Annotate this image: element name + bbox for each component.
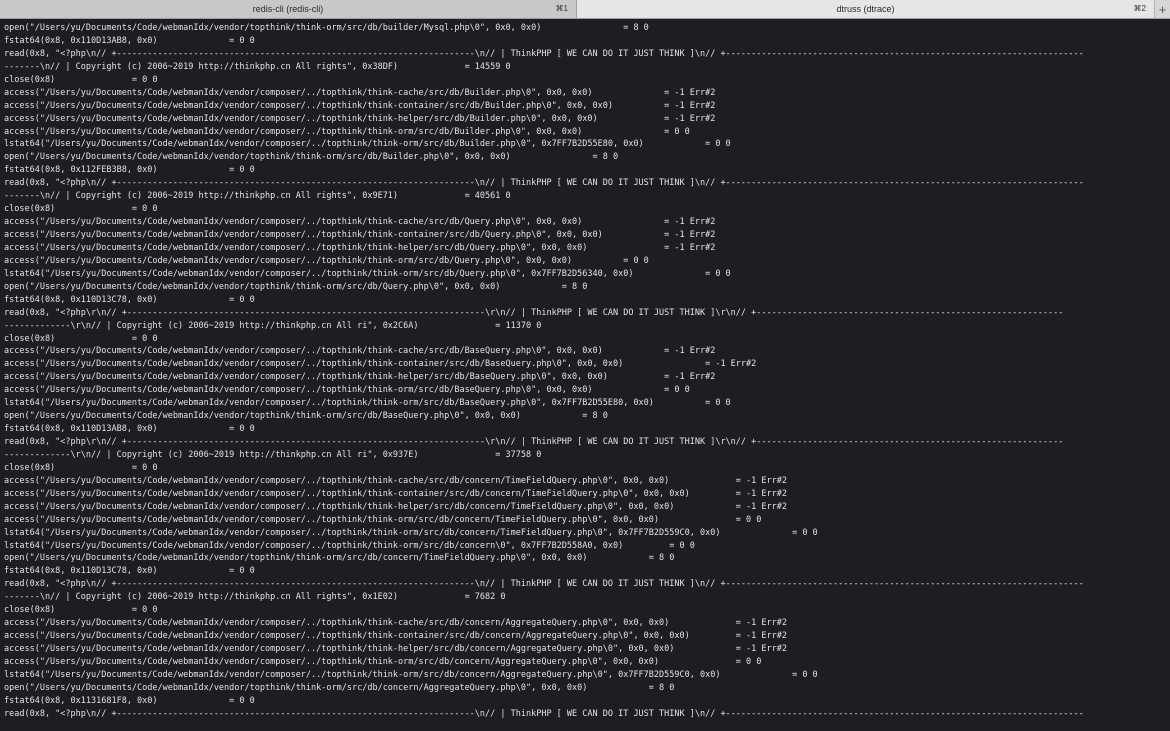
terminal-line: read(0x8, "<?php\n// +------------------… [4,178,1084,189]
terminal-line: access("/Users/yu/Documents/Code/webmanI… [4,631,787,642]
terminal-line: access("/Users/yu/Documents/Code/webmanI… [4,385,690,396]
terminal-line: close(0x8) = 0 0 [4,333,158,344]
terminal-line: access("/Users/yu/Documents/Code/webmanI… [4,618,787,629]
terminal-line: access("/Users/yu/Documents/Code/webmanI… [4,501,787,512]
terminal-line: open("/Users/yu/Documents/Code/webmanIdx… [4,23,649,33]
terminal-line: access("/Users/yu/Documents/Code/webmanI… [4,346,716,357]
tab-bar: redis-cli (redis-cli) ⌘1 dtruss (dtrace)… [0,0,1170,19]
tab-dtruss[interactable]: dtruss (dtrace) ⌘2 [577,0,1155,18]
terminal-line: lstat64("/Users/yu/Documents/Code/webman… [4,268,731,279]
terminal-line: fstat64(0x8, 0x110D13C78, 0x0) = 0 0 [4,294,255,305]
terminal-line: access("/Users/yu/Documents/Code/webmanI… [4,644,787,654]
terminal-line: -------\n// | Copyright (c) 2006~2019 ht… [4,191,511,202]
terminal-line: lstat64("/Users/yu/Documents/Code/webman… [4,669,818,680]
terminal-line: close(0x8) = 0 0 [4,204,158,215]
terminal-line: close(0x8) = 0 0 [4,462,158,473]
terminal-line: access("/Users/yu/Documents/Code/webmanI… [4,217,716,228]
terminal-line: access("/Users/yu/Documents/Code/webmanI… [4,242,716,253]
terminal-line: read(0x8, "<?php\n// +------------------… [4,708,1084,719]
terminal-line: open("/Users/yu/Documents/Code/webmanIdx… [4,411,608,422]
terminal-line: -------\n// | Copyright (c) 2006~2019 ht… [4,592,506,603]
tab-shortcut: ⌘1 [555,4,568,13]
terminal-line: fstat64(0x8, 0x112FEB3B8, 0x0) = 0 0 [4,165,255,176]
terminal-line: fstat64(0x8, 0x110D13C78, 0x0) = 0 0 [4,566,255,577]
terminal-line: access("/Users/yu/Documents/Code/webmanI… [4,372,716,383]
terminal-line: open("/Users/yu/Documents/Code/webmanIdx… [4,553,675,564]
terminal-line: access("/Users/yu/Documents/Code/webmanI… [4,359,757,370]
terminal-line: access("/Users/yu/Documents/Code/webmanI… [4,126,690,137]
terminal-line: access("/Users/yu/Documents/Code/webmanI… [4,488,787,499]
terminal-line: open("/Users/yu/Documents/Code/webmanIdx… [4,152,619,163]
terminal-line: access("/Users/yu/Documents/Code/webmanI… [4,475,787,486]
terminal-line: lstat64("/Users/yu/Documents/Code/webman… [4,139,731,150]
terminal-line: access("/Users/yu/Documents/Code/webmanI… [4,100,716,111]
terminal-output[interactable]: open("/Users/yu/Documents/Code/webmanIdx… [0,19,1170,731]
tab-label: dtruss (dtrace) [836,4,895,14]
terminal-line: close(0x8) = 0 0 [4,605,158,616]
terminal-line: fstat64(0x8, 0x1131681F8, 0x0) = 0 0 [4,695,255,706]
terminal-line: access("/Users/yu/Documents/Code/webmanI… [4,514,762,525]
terminal-line: read(0x8, "<?php\n// +------------------… [4,579,1084,590]
terminal-line: lstat64("/Users/yu/Documents/Code/webman… [4,527,818,538]
terminal-line: access("/Users/yu/Documents/Code/webmanI… [4,656,762,667]
terminal-line: lstat64("/Users/yu/Documents/Code/webman… [4,540,695,551]
terminal-line: access("/Users/yu/Documents/Code/webmanI… [4,255,649,266]
terminal-line: fstat64(0x8, 0x110D13AB8, 0x0) = 0 0 [4,35,255,46]
terminal-line: access("/Users/yu/Documents/Code/webmanI… [4,87,716,98]
terminal-line: access("/Users/yu/Documents/Code/webmanI… [4,113,716,124]
terminal-line: -------------\r\n// | Copyright (c) 2006… [4,449,542,460]
terminal-line: lstat64("/Users/yu/Documents/Code/webman… [4,398,731,409]
terminal-line: open("/Users/yu/Documents/Code/webmanIdx… [4,281,588,292]
terminal-line: read(0x8, "<?php\n// +------------------… [4,48,1084,59]
terminal-line: -------------\r\n// | Copyright (c) 2006… [4,320,542,331]
tab-label: redis-cli (redis-cli) [252,4,324,14]
terminal-line: close(0x8) = 0 0 [4,74,158,85]
terminal-line: fstat64(0x8, 0x110D13AB8, 0x0) = 0 0 [4,424,255,435]
terminal-line: read(0x8, "<?php\r\n// +----------------… [4,437,1064,447]
terminal-line: access("/Users/yu/Documents/Code/webmanI… [4,230,716,240]
terminal-line: open("/Users/yu/Documents/Code/webmanIdx… [4,682,675,693]
terminal-line: -------\n// | Copyright (c) 2006~2019 ht… [4,61,511,72]
new-tab-plus-icon[interactable]: + [1155,0,1170,18]
tab-shortcut: ⌘2 [1133,4,1146,13]
terminal-line: read(0x8, "<?php\r\n// +----------------… [4,307,1064,318]
tab-redis-cli[interactable]: redis-cli (redis-cli) ⌘1 [0,0,577,18]
